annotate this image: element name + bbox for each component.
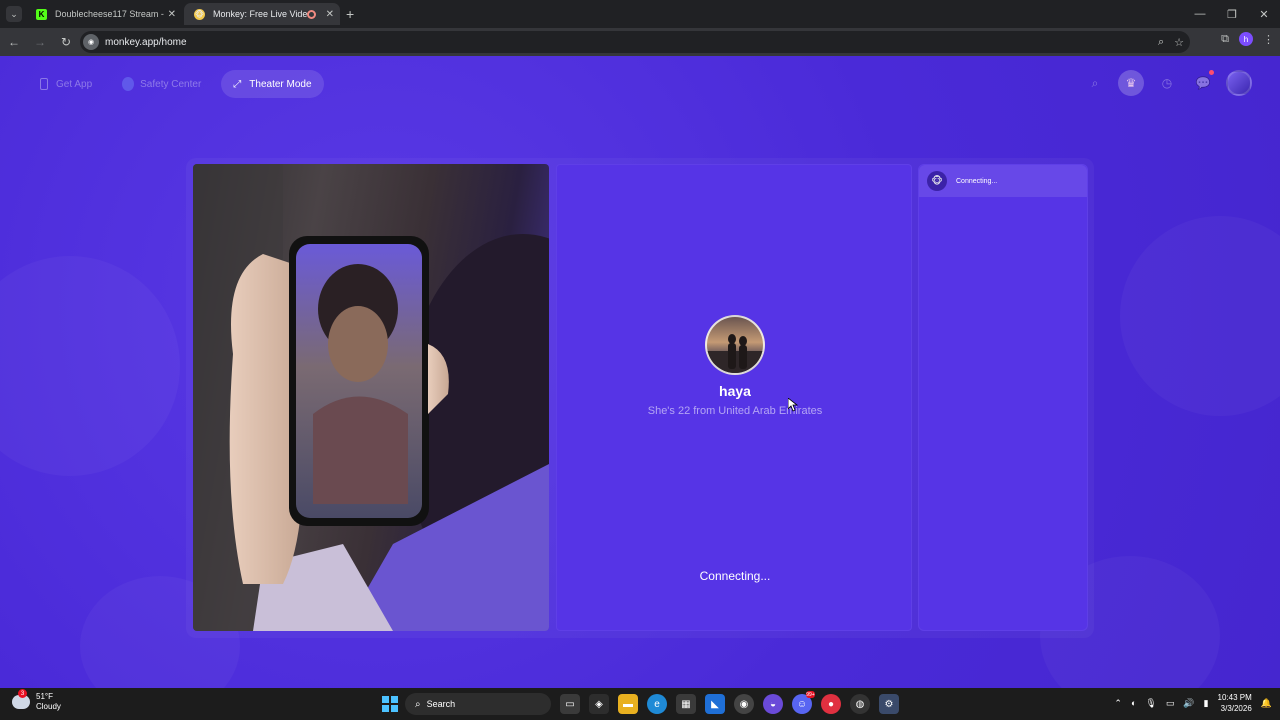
tab-title: Monkey: Free Live Video Ch xyxy=(213,9,307,19)
search-label: Search xyxy=(426,699,456,709)
new-tab-button[interactable]: + xyxy=(346,6,354,22)
back-icon[interactable]: ← xyxy=(2,30,26,54)
forward-icon[interactable]: → xyxy=(28,30,52,54)
top-navigation: Get App Safety Center ⤢ Theater Mode xyxy=(28,70,324,98)
tab-doublecheese-stream[interactable]: K Doublecheese117 Stream - Wa ✕ xyxy=(26,3,182,25)
date: 3/3/2026 xyxy=(1220,704,1252,713)
chevron-up-icon[interactable]: ⌃ xyxy=(1114,698,1122,709)
safety-center-button[interactable]: Safety Center xyxy=(112,70,213,98)
remote-user-avatar xyxy=(705,315,765,375)
battery-icon[interactable]: ▮ xyxy=(1204,698,1209,709)
theater-mode-button[interactable]: ⤢ Theater Mode xyxy=(221,70,324,98)
theater-mode-label: Theater Mode xyxy=(249,78,312,90)
mouse-cursor-icon xyxy=(788,398,798,412)
start-button[interactable] xyxy=(382,696,398,712)
network-icon[interactable]: ▭ xyxy=(1166,698,1175,709)
windows-taskbar: 3 51°F Cloudy ⌕ Search ▭ ◈ ▬ e ▦ ◣ ◉ ◒ ☺… xyxy=(0,688,1280,720)
menu-icon[interactable]: ⋮ xyxy=(1263,33,1274,46)
browser-tab-bar: ⌄ K Doublecheese117 Stream - Wa ✕ 🐵 Monk… xyxy=(0,0,1280,28)
url-text: monkey.app/home xyxy=(105,36,187,48)
chat-panel: 🐵 Connecting... xyxy=(918,164,1088,631)
close-tab-icon[interactable]: ✕ xyxy=(168,9,176,20)
browser-toolbar: ← → ↻ ◉ monkey.app/home ⌕ ☆ ⧉ h ⋮ xyxy=(0,28,1280,56)
get-app-label: Get App xyxy=(56,78,93,90)
chat-bubble-icon[interactable]: 💬 xyxy=(1190,70,1216,96)
self-camera-feed xyxy=(193,164,549,631)
notification-dot xyxy=(1209,70,1214,75)
weather-widget[interactable]: 3 51°F Cloudy xyxy=(12,689,61,712)
top-right-actions: ⌕ ♛ ◷ 💬 xyxy=(1082,70,1252,96)
camera-image xyxy=(193,164,549,631)
discord-icon[interactable]: ☺ 99+ xyxy=(792,691,815,714)
expand-icon: ⤢ xyxy=(233,78,242,90)
crown-icon[interactable]: ♛ xyxy=(1118,70,1144,96)
site-info-icon[interactable]: ◉ xyxy=(83,34,99,50)
clock[interactable]: 10:43 PM 3/3/2026 xyxy=(1218,692,1252,714)
obs-icon[interactable]: ◍ xyxy=(850,694,870,714)
microphone-icon[interactable]: 🎙 xyxy=(1145,698,1156,709)
cloud-icon: 3 xyxy=(12,689,30,709)
bookmark-star-icon[interactable]: ☆ xyxy=(1174,36,1184,49)
remote-user-info: She's 22 from United Arab Emirates xyxy=(647,405,823,417)
background-blob xyxy=(1120,216,1280,416)
window-controls: — ❐ ✕ xyxy=(1184,0,1280,28)
task-view-icon[interactable]: ▭ xyxy=(560,694,580,714)
system-tray: ⌃ ◐ 🎙 ▭ 🔊 ▮ 10:43 PM 3/3/2026 🔔 xyxy=(1114,692,1272,714)
recording-icon xyxy=(306,9,316,19)
tab-search-button[interactable]: ⌄ xyxy=(6,6,22,22)
user-avatar[interactable] xyxy=(1226,70,1252,96)
weather-temp: 51°F xyxy=(36,692,53,701)
weather-badge: 3 xyxy=(18,689,27,698)
remote-user-name: haya xyxy=(719,383,751,399)
profile-avatar[interactable]: h xyxy=(1239,32,1253,46)
app-red-icon[interactable]: ● xyxy=(821,694,841,714)
store-icon[interactable]: ▦ xyxy=(676,694,696,714)
kick-icon: K xyxy=(36,8,47,20)
monkey-icon: 🐵 xyxy=(927,171,947,191)
search-icon[interactable]: ⌕ xyxy=(1082,70,1108,96)
background-blob xyxy=(0,256,180,476)
settings-icon[interactable]: ⚙ xyxy=(879,694,899,714)
close-tab-icon[interactable]: ✕ xyxy=(326,9,334,20)
phone-icon xyxy=(38,78,50,90)
edge-icon[interactable]: e xyxy=(647,694,667,714)
tab-monkey[interactable]: 🐵 Monkey: Free Live Video Ch ✕ xyxy=(184,3,340,25)
twitch-icon[interactable]: ◒ xyxy=(763,694,783,714)
chrome-icon[interactable]: ◉ xyxy=(734,694,754,714)
remote-video-panel: haya She's 22 from United Arab Emirates … xyxy=(556,164,912,631)
tray-app-icon[interactable]: ◐ xyxy=(1131,698,1136,708)
history-icon[interactable]: ◷ xyxy=(1154,70,1180,96)
monkey-page: Get App Safety Center ⤢ Theater Mode ⌕ ♛… xyxy=(0,56,1280,688)
connection-status: Connecting... xyxy=(699,569,771,583)
safety-center-label: Safety Center xyxy=(140,78,202,90)
unity-icon[interactable]: ◈ xyxy=(589,694,609,714)
notification-icon[interactable]: 🔔 xyxy=(1261,698,1272,709)
extensions-icon[interactable]: ⧉ xyxy=(1221,33,1229,46)
tab-title: Doublecheese117 Stream - Wa xyxy=(55,9,164,19)
file-explorer-icon[interactable]: ▬ xyxy=(618,694,638,714)
close-window-icon[interactable]: ✕ xyxy=(1248,0,1280,28)
address-bar[interactable]: ◉ monkey.app/home ⌕ ☆ xyxy=(80,31,1190,53)
restore-icon[interactable]: ❐ xyxy=(1216,0,1248,28)
get-app-button[interactable]: Get App xyxy=(28,70,104,98)
weather-condition: Cloudy xyxy=(36,702,61,711)
volume-icon[interactable]: 🔊 xyxy=(1183,698,1194,709)
monkey-icon: 🐵 xyxy=(194,8,205,20)
chat-connecting-status: Connecting... xyxy=(956,177,998,185)
time: 10:43 PM xyxy=(1217,693,1252,702)
search-icon: ⌕ xyxy=(415,698,421,710)
shield-icon xyxy=(122,77,135,91)
zoom-icon[interactable]: ⌕ xyxy=(1158,36,1164,49)
minimize-icon[interactable]: — xyxy=(1184,0,1216,28)
reload-icon[interactable]: ↻ xyxy=(54,30,78,54)
taskbar-search[interactable]: ⌕ Search xyxy=(405,693,551,715)
discord-badge: 99+ xyxy=(806,691,815,698)
visual-studio-icon[interactable]: ◣ xyxy=(705,694,725,714)
taskbar-apps: ▭ ◈ ▬ e ▦ ◣ ◉ ◒ ☺ 99+ ● ◍ ⚙ xyxy=(560,691,899,714)
chat-header: 🐵 Connecting... xyxy=(919,165,1087,197)
avatar-photo xyxy=(707,334,763,373)
